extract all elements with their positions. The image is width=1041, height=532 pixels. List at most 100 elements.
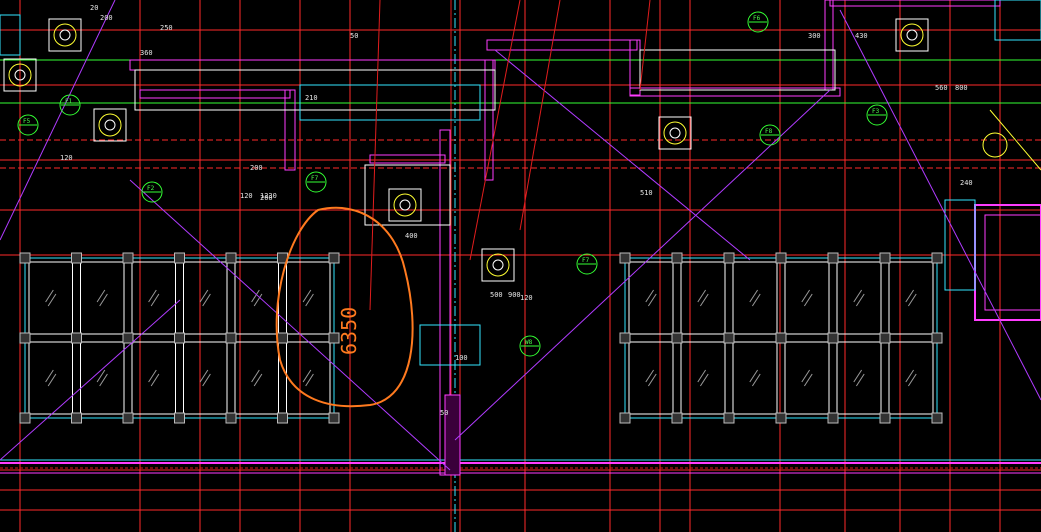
dimension-label: 100 (455, 354, 468, 362)
wall-segment (129, 59, 496, 71)
dimension-label: 240 (960, 179, 973, 187)
panel-cell (680, 261, 726, 335)
panel-joint (619, 332, 631, 344)
dimension-label: 560 (935, 84, 948, 92)
panel-array-left (19, 252, 340, 424)
fan-hub (906, 29, 918, 41)
panel-joint (122, 412, 134, 424)
fan-units (3, 18, 929, 282)
panel-joint (775, 252, 787, 264)
panel-joint (931, 252, 943, 264)
dimension-label: 210 (305, 94, 318, 102)
markup-text: 6350 (337, 307, 361, 355)
leader-line (519, 0, 561, 231)
wall-segment (829, 0, 1001, 7)
panel-joint (277, 412, 288, 424)
panel-joint (931, 412, 943, 424)
dimension-label: 200 (250, 164, 263, 172)
duct-outline (639, 49, 836, 91)
panel-joint (671, 332, 683, 344)
panel-cell (28, 341, 73, 415)
wall-segment (284, 89, 296, 171)
panel-cell (732, 261, 778, 335)
dimension-label: 20 (90, 4, 98, 12)
dimension-label: 50 (440, 409, 448, 417)
panel-joint (671, 252, 683, 264)
panel-joint (671, 412, 683, 424)
dimension-label: 430 (855, 32, 868, 40)
panel-cell (732, 341, 778, 415)
fan-hub (669, 127, 681, 139)
dimension-label: 500 (490, 291, 503, 299)
panel-joint (277, 332, 288, 344)
wall-segment (139, 89, 291, 99)
panel-joint (619, 412, 631, 424)
panel-joint (723, 252, 735, 264)
panel-joint (827, 332, 839, 344)
panel-joint (225, 412, 237, 424)
equipment-tag-label: F2 (147, 185, 155, 192)
fan-unit (658, 116, 692, 150)
dimension-label: 120 (60, 154, 73, 162)
equipment-tag-label: F8 (765, 128, 773, 135)
equipment-tags: F5 F1 F2 F7 F8 F3 F6 F7 W8 (17, 11, 888, 357)
panel-joint (879, 252, 891, 264)
duct-outline (0, 14, 21, 56)
panel-cell (680, 341, 726, 415)
wall-segment (444, 394, 461, 476)
panel-cell (628, 341, 674, 415)
axis-grid-lines (0, 0, 1041, 532)
dimension-label: 1230 (260, 192, 277, 200)
panel-cell (888, 341, 934, 415)
fan-rotor (486, 253, 510, 277)
fan-unit (481, 248, 515, 282)
panel-cell (234, 341, 279, 415)
panel-joint (174, 412, 185, 424)
panel-array-right (619, 252, 943, 424)
panel-joint (775, 332, 787, 344)
panel-joint (619, 252, 631, 264)
panel-joint (71, 252, 82, 264)
panel-joint (225, 252, 237, 264)
panel-cell (131, 341, 176, 415)
panel-joint (328, 412, 340, 424)
panel-joint (174, 332, 185, 344)
equipment-tag-label: W8 (525, 339, 533, 346)
cad-drawing-canvas[interactable]: 2001202505020120300 4302103602002001230 51… (0, 0, 1041, 532)
leader-line (0, 299, 181, 461)
panel-cell (286, 261, 331, 335)
dimension-label: 250 (160, 24, 173, 32)
fan-rotor (393, 193, 417, 217)
panel-cell (183, 261, 228, 335)
panel-joint (19, 252, 31, 264)
wall-segment (486, 39, 638, 51)
panel-joint (827, 252, 839, 264)
panel-joint (723, 412, 735, 424)
panel-cell (888, 261, 934, 335)
dimension-label: 200 (100, 14, 113, 22)
panel-joint (225, 332, 237, 344)
panel-cell (183, 341, 228, 415)
dimension-label: 400 (405, 232, 418, 240)
leader-line (0, 0, 116, 241)
dimension-label: 50 (350, 32, 358, 40)
fan-hub (492, 259, 504, 271)
wall-segment (629, 87, 841, 97)
section-marker (982, 132, 1008, 158)
fan-rotor (53, 23, 77, 47)
dimension-label: 300 (808, 32, 821, 40)
fan-unit (895, 18, 929, 52)
fan-rotor (98, 113, 122, 137)
panel-joint (122, 252, 134, 264)
wall-segment (824, 0, 834, 91)
dimension-label: 510 (640, 189, 653, 197)
equipment-tag-label: F7 (582, 257, 590, 264)
fan-hub (59, 29, 71, 41)
panel-joint (827, 412, 839, 424)
fan-unit (388, 188, 422, 222)
panel-cell (836, 341, 882, 415)
panel-joint (879, 332, 891, 344)
fan-rotor (663, 121, 687, 145)
panel-joint (723, 332, 735, 344)
equipment-tag-label: F3 (872, 108, 880, 115)
